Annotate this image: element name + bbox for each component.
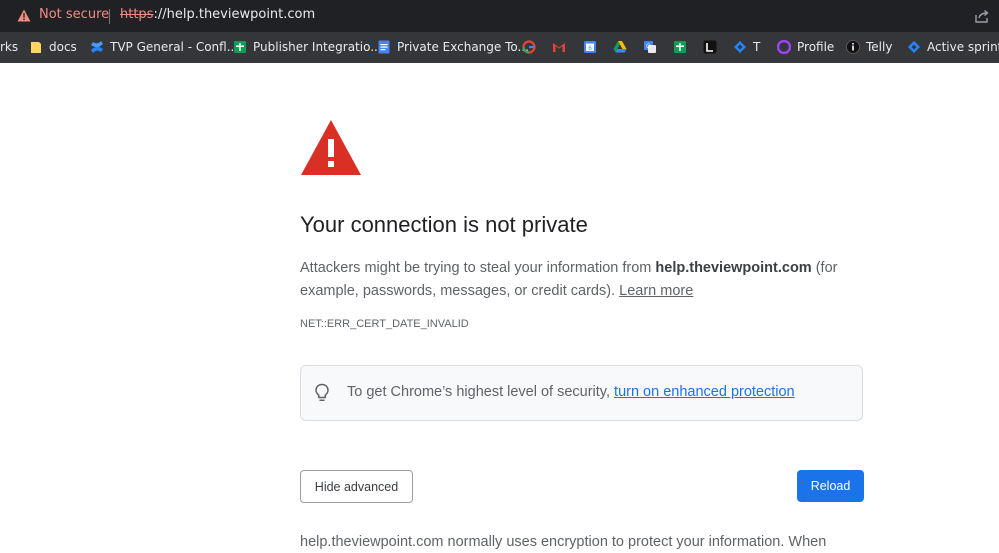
warning-icon[interactable] (17, 9, 31, 22)
bookmark-tvp-general[interactable]: TVP General - Confl... (90, 38, 238, 56)
telly-icon (846, 40, 860, 54)
folder-icon (31, 42, 41, 53)
calendar-icon: 6 (584, 41, 596, 53)
bookmark-label: Profile (797, 40, 835, 54)
bookmark-label: rks (0, 40, 19, 54)
hide-advanced-button[interactable]: Hide advanced (300, 470, 413, 503)
bookmark-label: docs (49, 40, 77, 54)
bookmark-label: Active sprints (927, 40, 999, 54)
bookmark-profile[interactable]: Profile (777, 38, 834, 56)
bookmark-sheets[interactable] (673, 38, 693, 56)
bookmark-private-exchange[interactable]: Private Exchange To... (377, 38, 529, 56)
url-text[interactable]: https://help.theviewpoint.com (120, 7, 315, 22)
confluence-icon (91, 41, 103, 53)
bookmark-label: TVP General - Confl... (110, 40, 239, 54)
bookmark-google[interactable] (522, 38, 542, 56)
bookmark-dark-app[interactable] (703, 38, 723, 56)
omnibox-divider (109, 9, 110, 24)
site-domain: help.theviewpoint.com (655, 260, 812, 276)
docs-icon (378, 40, 390, 54)
jira-icon (734, 41, 746, 53)
bookmark-label: Telly (866, 40, 893, 54)
jira-icon (908, 41, 920, 53)
bookmark-translate[interactable]: G (643, 38, 663, 56)
enhanced-protection-link[interactable]: turn on enhanced protection (614, 384, 795, 400)
bookmark-partial[interactable]: rks (0, 38, 18, 56)
reload-button[interactable]: Reload (797, 470, 864, 502)
bookmark-calendar[interactable]: 6 (583, 38, 603, 56)
address-bar[interactable]: Not secure https://help.theviewpoint.com (0, 0, 999, 32)
drive-icon (613, 41, 627, 53)
bookmark-label: T (753, 40, 761, 54)
bookmark-publisher-integration[interactable]: Publisher Integratio... (233, 38, 382, 56)
bookmark-gmail[interactable] (552, 38, 572, 56)
enhanced-protection-text: To get Chrome’s highest level of securit… (347, 384, 795, 400)
bookmark-drive[interactable] (613, 38, 633, 56)
bookmark-label: Private Exchange To... (397, 40, 529, 54)
profile-icon (777, 40, 791, 54)
tip-text: To get Chrome’s highest level of securit… (347, 384, 615, 400)
warning-triangle-icon (301, 120, 361, 175)
page-title: Your connection is not private (300, 212, 588, 237)
google-icon (522, 40, 536, 54)
bookmarks-bar: rks docs TVP General - Confl... Publishe… (0, 32, 999, 63)
share-icon[interactable] (974, 8, 990, 24)
sheets-icon (674, 41, 686, 53)
translate-icon: G (644, 41, 656, 53)
bookmark-telly[interactable]: Telly (846, 38, 892, 56)
svg-text:G: G (646, 44, 651, 50)
bookmark-folder-docs[interactable]: docs (29, 38, 77, 56)
url-scheme: https (120, 7, 154, 22)
bookmark-active-sprints[interactable]: Active sprints (907, 38, 999, 56)
url-host: ://help.theviewpoint.com (153, 7, 316, 22)
para-text: Attackers might be trying to steal your … (300, 260, 656, 276)
browser-chrome: Not secure https://help.theviewpoint.com… (0, 0, 999, 63)
not-secure-label[interactable]: Not secure (39, 7, 109, 22)
advanced-details-text: help.theviewpoint.com normally uses encr… (300, 534, 827, 550)
gmail-icon (553, 43, 565, 52)
explanation-paragraph: Attackers might be trying to steal your … (300, 257, 840, 303)
sheets-icon (234, 41, 246, 53)
bookmark-jira-t[interactable]: T (733, 38, 760, 56)
dark-app-icon (703, 40, 717, 54)
lightbulb-icon (315, 383, 329, 401)
bookmark-label: Publisher Integratio... (253, 40, 382, 54)
error-code: NET::ERR_CERT_DATE_INVALID (300, 318, 469, 330)
learn-more-link[interactable]: Learn more (619, 283, 693, 299)
